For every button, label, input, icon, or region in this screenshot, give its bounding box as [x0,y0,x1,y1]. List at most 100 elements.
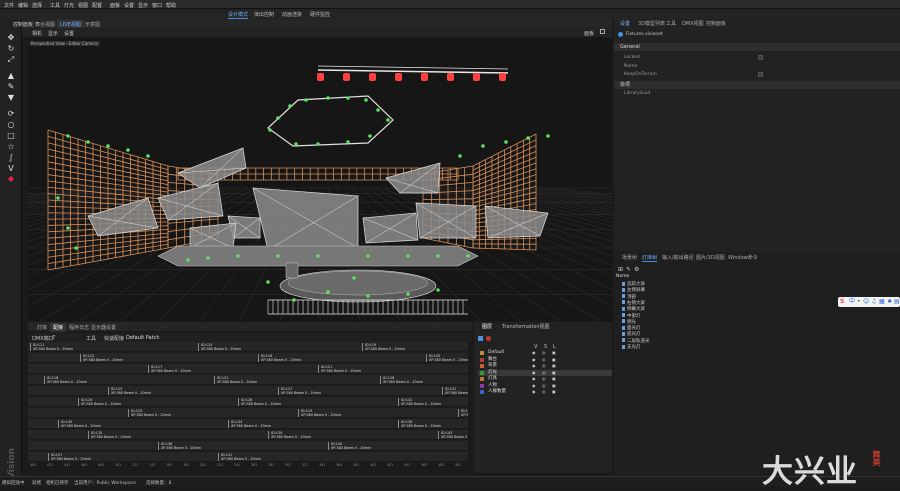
solo-icon[interactable]: ◎ [542,370,546,376]
universe-value[interactable]: 7 [52,335,55,341]
patched-fixture[interactable]: ID:129XP-580 Beam II - 20min [298,409,341,417]
menu-item[interactable]: 设置 [124,2,134,9]
layer-row[interactable]: 背景◉◎▣ [478,363,612,369]
layer-row[interactable]: 人物◉◎▣ [478,383,612,389]
solo-icon[interactable]: ◎ [542,350,546,356]
menu-item[interactable]: 视图 [78,2,88,9]
section-general[interactable]: General [614,43,900,51]
eye-icon[interactable]: ◉ [532,350,536,356]
square-icon[interactable]: □ [6,131,16,141]
tab-image-3d[interactable]: 图片/3D视图 [696,254,725,261]
menu-item[interactable]: 面板 [110,2,120,9]
menu-item[interactable]: 灯光 [64,2,74,9]
tab-settings[interactable]: 设置 [620,20,630,27]
patched-fixture[interactable]: ID:134XP-580 Beam II - 20min [228,420,271,428]
tree-item[interactable]: 支光灯 [622,344,641,350]
display-menu[interactable]: 显示 [48,30,58,37]
tab-monitor-settings[interactable]: 显示器设置 [88,323,119,332]
tab-tools[interactable]: 工具 [666,20,676,27]
patched-fixture[interactable]: ID:131XP-580 Beam II - 20min [442,387,468,395]
settings-menu[interactable]: 设置 [64,30,74,37]
patched-fixture[interactable]: ID:128XP-580 Beam II - 20min [238,398,281,406]
delete-layer-icon[interactable] [486,336,491,341]
patched-fixture[interactable]: ID:117XP-580 Beam II - 20min [148,365,191,373]
patched-fixture[interactable]: ID:130XP-580 Beam II - 20min [58,420,101,428]
menu-item[interactable]: 窗口 [152,2,162,9]
mode-tab[interactable]: 硬件监控 [310,11,330,18]
menu-item[interactable]: 文件 [4,2,14,9]
tab-library-tree[interactable]: 灯库树 [642,254,657,262]
lock-icon[interactable]: ▣ [552,350,556,356]
ime-keyboard-icon[interactable]: ▦ [879,298,885,306]
tree-item[interactable]: 二层轨道光 [622,338,650,344]
patched-fixture[interactable]: ID:121XP-580 Beam II - 20min [318,365,361,373]
patched-fixture[interactable]: ID:111XP-580 Beam II - 20min [30,343,73,351]
patched-fixture[interactable]: ID:116XP-580 Beam II - 20min [258,354,301,362]
patched-fixture[interactable]: ID:127XP-580 Beam II - 20min [278,387,321,395]
tab-window-cmd[interactable]: Window命令 [728,254,758,261]
patched-fixture[interactable]: ID:135XP-580 Beam II - 20min [88,431,131,439]
menu-item[interactable]: 编辑 [18,2,28,9]
mode-tab[interactable]: 动画渲染 [282,11,302,18]
patched-fixture[interactable]: ID:137XP-580 Beam II - 20min [48,453,91,461]
ime-punct-icon[interactable]: • [857,298,861,306]
solo-icon[interactable]: ◎ [542,383,546,389]
tab-io-path[interactable]: 输入/输出路径 [662,254,694,261]
patched-fixture[interactable]: ID:124XP-580 Beam II - 20min [78,398,121,406]
tree-item[interactable]: 侧幕大屏 [622,306,645,312]
camera-menu[interactable]: 相机 [32,30,42,37]
eye-icon[interactable]: ◉ [532,383,536,389]
brush-icon[interactable]: ✎ [6,82,16,92]
layer-row[interactable]: Default◉◎▣ [478,350,612,356]
tree-item[interactable]: 右侧大屏 [622,300,645,306]
ime-tools-icon[interactable]: ▤ [894,298,900,306]
tab-dmx-view[interactable]: DMX视图 [682,20,704,27]
solo-icon[interactable]: ◎ [542,376,546,382]
patched-fixture[interactable]: ID:140XP-580 Beam II - 20min [328,442,371,450]
patched-fixture[interactable]: ID:136XP-580 Beam II - 20min [158,442,201,450]
vision-v-icon[interactable]: V [6,164,16,174]
tree-item[interactable]: 中部灯 [622,313,641,319]
solo-icon[interactable]: ◎ [542,389,546,395]
layer-row[interactable]: 灯光◉◎▣ [478,370,612,376]
edit-icon[interactable]: ✎ [626,266,631,273]
move-icon[interactable]: ✥ [6,33,16,43]
ime-emoji-icon[interactable]: ☺ [863,298,869,306]
eye-icon[interactable]: ◉ [532,389,536,395]
star-icon[interactable]: ☆ [6,142,16,152]
menu-item[interactable]: 配置 [92,2,102,9]
eye-icon[interactable]: ◉ [532,363,536,369]
tree-item[interactable]: 侧光 [622,319,636,325]
layer-row[interactable]: 舞台◉◎▣ [478,357,612,363]
mode-tab[interactable]: 演出控制 [254,11,274,18]
patched-fixture[interactable]: ID:118XP-580 Beam II - 20min [44,376,87,384]
ime-skin-icon[interactable]: ♠ [887,298,892,306]
patched-fixture[interactable]: ID:123XP-580 Beam II - 20min [108,387,151,395]
circle-icon[interactable]: ○ [6,120,16,130]
tab-layers[interactable]: 图层 [482,323,492,330]
patched-fixture[interactable]: ID:115XP-580 Beam II - 20min [198,343,241,351]
locked-checkbox[interactable] [758,55,763,60]
patched-fixture[interactable]: ID:143XP-580 Beam II - 20min [438,431,468,439]
layer-row[interactable]: 人群数量◉◎▣ [478,389,612,395]
lock-icon[interactable]: ▣ [552,376,556,382]
scale-icon[interactable]: ⤢ [6,55,16,65]
palette-icon[interactable]: ◆ [6,174,16,184]
patched-fixture[interactable]: ID:132XP-580 Beam II - 20min [398,398,441,406]
patched-fixture[interactable]: ID:138XP-580 Beam II - 20min [398,420,441,428]
solo-icon[interactable]: ◎ [542,363,546,369]
patched-fixture[interactable]: ID:141XP-580 Beam II - 20min [218,453,261,461]
eye-icon[interactable]: ◉ [532,357,536,363]
tab-transformation[interactable]: Transformation视图 [502,323,550,330]
ime-logo-icon[interactable]: S [840,298,844,306]
3d-viewport[interactable]: Perspective View - Editor Camera [28,38,612,321]
tree-item[interactable]: 左侧屏幕 [622,287,645,293]
keep-terrain-checkbox[interactable] [758,72,763,77]
menu-item[interactable]: 显示 [138,2,148,9]
settings-gear-icon[interactable]: ⚙ [634,266,639,273]
lock-icon[interactable]: ▣ [552,370,556,376]
drop-icon[interactable]: ▼ [6,93,16,103]
expand-icon[interactable]: ⊞ [618,266,623,273]
ime-mic-icon[interactable]: ♫ [871,298,876,306]
patched-fixture[interactable]: ID:119XP-580 Beam II - 20min [362,343,405,351]
